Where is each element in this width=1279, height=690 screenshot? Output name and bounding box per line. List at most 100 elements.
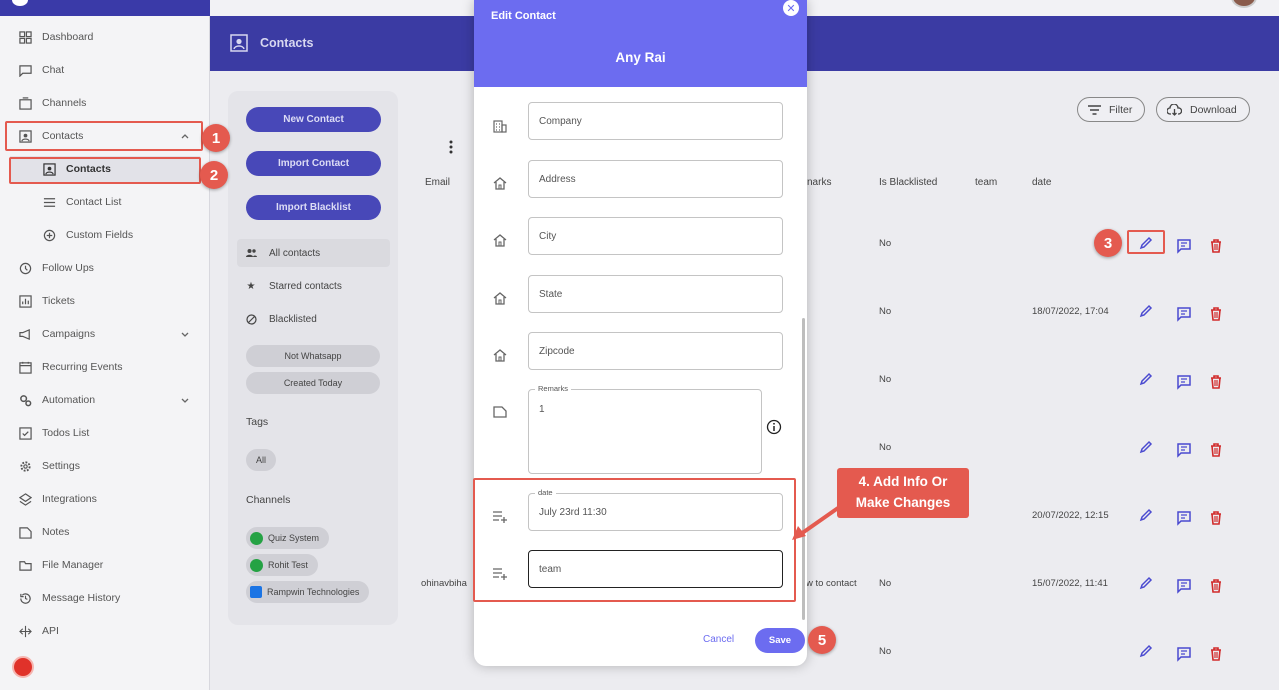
cell-blacklisted: No: [879, 646, 892, 657]
cloud-download-icon: [1167, 103, 1182, 116]
state-field[interactable]: State: [528, 275, 783, 313]
sidebar-item-label: Integrations: [42, 493, 97, 505]
channel-label: Rohit Test: [268, 560, 308, 570]
layers-icon: [18, 492, 32, 506]
delete-icon[interactable]: [1208, 442, 1224, 458]
column-header-email[interactable]: Email: [425, 177, 450, 188]
sidebar-item-label: Custom Fields: [66, 229, 134, 241]
info-icon[interactable]: [766, 419, 782, 435]
sidebar-item-label: Chat: [42, 64, 65, 76]
sidebar-item-campaigns[interactable]: Campaigns: [0, 321, 210, 347]
edit-icon[interactable]: [1138, 439, 1154, 455]
callout-arrow-icon: [792, 506, 840, 540]
delete-icon[interactable]: [1208, 646, 1224, 662]
delete-icon[interactable]: [1208, 374, 1224, 390]
edit-icon[interactable]: [1138, 575, 1154, 591]
sidebar-item-chat[interactable]: Chat: [0, 57, 210, 83]
edit-icon[interactable]: [1138, 303, 1154, 319]
step-badge-5: 5: [808, 626, 836, 654]
delete-icon[interactable]: [1208, 578, 1224, 594]
modal-scrollbar[interactable]: [802, 318, 805, 620]
api-icon: [18, 624, 32, 638]
message-icon[interactable]: [1176, 646, 1192, 662]
download-button[interactable]: Download: [1156, 97, 1250, 122]
message-icon[interactable]: [1176, 442, 1192, 458]
message-icon[interactable]: [1176, 238, 1192, 254]
sidebar-item-automation[interactable]: Automation: [0, 387, 210, 413]
message-icon[interactable]: [1176, 510, 1192, 526]
filter-starred-contacts[interactable]: ★ Starred contacts: [237, 272, 390, 300]
filter-blacklisted[interactable]: Blacklisted: [237, 305, 390, 333]
delete-icon[interactable]: [1208, 306, 1224, 322]
sidebar-item-label: Message History: [42, 592, 121, 604]
contact-name: Any Rai: [615, 50, 666, 65]
sidebar-item-message-history[interactable]: Message History: [0, 585, 210, 611]
edit-icon[interactable]: [1138, 371, 1154, 387]
sidebar-item-channels[interactable]: Channels: [0, 90, 210, 116]
remarks-label: Remarks: [535, 384, 572, 393]
message-icon[interactable]: [1176, 374, 1192, 390]
column-header-blacklisted[interactable]: Is Blacklisted: [879, 177, 937, 188]
new-contact-button[interactable]: New Contact: [246, 107, 381, 132]
sidebar-item-api[interactable]: API: [0, 618, 210, 644]
filter-button[interactable]: Filter: [1077, 97, 1146, 122]
sidebar-item-file-manager[interactable]: File Manager: [0, 552, 210, 578]
sidebar-item-custom-fields[interactable]: Custom Fields: [0, 222, 210, 248]
avatar[interactable]: [1231, 0, 1257, 8]
zipcode-field[interactable]: Zipcode: [528, 332, 783, 370]
edit-icon[interactable]: [1138, 643, 1154, 659]
sidebar-item-todos-list[interactable]: Todos List: [0, 420, 210, 446]
city-field[interactable]: City: [528, 217, 783, 255]
cell-blacklisted: No: [879, 442, 892, 453]
more-vert-icon[interactable]: [449, 140, 453, 154]
chat-icon: [18, 63, 32, 77]
ticket-icon: [18, 294, 32, 308]
channel-chip-rampwin[interactable]: Rampwin Technologies: [246, 581, 370, 603]
company-field[interactable]: Company: [528, 102, 783, 140]
filter-button-label: Filter: [1109, 103, 1133, 116]
chip-created-today[interactable]: Created Today: [246, 372, 380, 394]
sidebar-item-integrations[interactable]: Integrations: [0, 486, 210, 512]
filter-label: Blacklisted: [269, 313, 317, 325]
close-icon[interactable]: ✕: [783, 0, 799, 16]
sidebar-item-dashboard[interactable]: Dashboard: [0, 24, 210, 50]
save-button[interactable]: Save: [755, 628, 805, 653]
notification-bell-icon[interactable]: [12, 656, 34, 678]
remarks-field[interactable]: 1: [528, 389, 762, 474]
sidebar-item-contact-list[interactable]: Contact List: [0, 189, 210, 215]
delete-icon[interactable]: [1208, 510, 1224, 526]
cancel-button[interactable]: Cancel: [703, 634, 734, 645]
edit-icon[interactable]: [1138, 507, 1154, 523]
chip-not-whatsapp[interactable]: Not Whatsapp: [246, 345, 380, 367]
cell-remarks: w to contact: [806, 578, 857, 589]
filter-all-contacts[interactable]: All contacts: [237, 239, 390, 267]
sidebar-item-follow-ups[interactable]: Follow Ups: [0, 255, 210, 281]
import-contact-button[interactable]: Import Contact: [246, 151, 381, 176]
whatsapp-icon: [250, 558, 263, 572]
column-header-remarks[interactable]: narks: [807, 177, 831, 188]
step-badge-3: 3: [1094, 229, 1122, 257]
folder-icon: [18, 558, 32, 572]
channel-chip-rohit-test[interactable]: Rohit Test: [246, 554, 318, 576]
import-blacklist-button[interactable]: Import Blacklist: [246, 195, 381, 220]
tags-label: Tags: [246, 416, 269, 428]
sidebar-item-recurring-events[interactable]: Recurring Events: [0, 354, 210, 380]
highlight-custom-fields: [473, 478, 796, 602]
message-icon[interactable]: [1176, 306, 1192, 322]
column-header-date[interactable]: date: [1032, 177, 1051, 188]
channels-label: Channels: [246, 494, 291, 506]
delete-icon[interactable]: [1208, 238, 1224, 254]
channel-chip-quiz-system[interactable]: Quiz System: [246, 527, 330, 549]
dashboard-icon: [18, 30, 32, 44]
plus-circle-icon: [42, 228, 56, 242]
cell-date: 20/07/2022, 12:15: [1032, 510, 1109, 521]
sidebar-item-settings[interactable]: Settings: [0, 453, 210, 479]
message-icon[interactable]: [1176, 578, 1192, 594]
sidebar-item-notes[interactable]: Notes: [0, 519, 210, 545]
address-field[interactable]: Address: [528, 160, 783, 198]
sidebar-item-tickets[interactable]: Tickets: [0, 288, 210, 314]
column-header-team[interactable]: team: [975, 177, 997, 188]
tag-all-chip[interactable]: All: [246, 449, 276, 471]
modal-title: Edit Contact: [491, 10, 556, 22]
highlight-contacts-submenu: [9, 157, 201, 184]
